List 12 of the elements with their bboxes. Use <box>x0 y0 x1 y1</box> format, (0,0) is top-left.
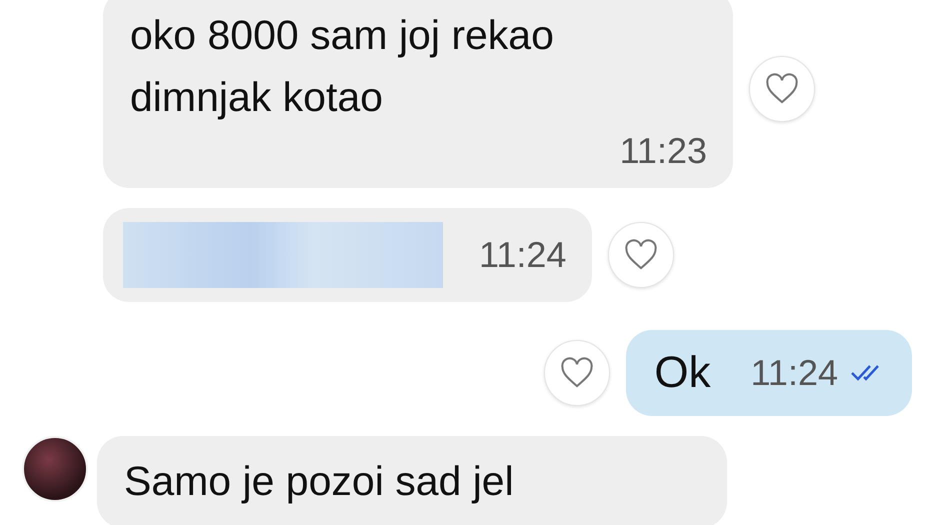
message-time: 11:24 <box>750 352 838 394</box>
like-button[interactable] <box>749 56 815 122</box>
message-time: 11:24 <box>479 234 566 276</box>
heart-icon <box>623 239 660 271</box>
message-text: Ok <box>654 348 711 398</box>
like-button[interactable] <box>608 222 674 288</box>
heart-icon <box>559 357 596 389</box>
message-text: Samo je pozoi sad jel <box>124 457 515 506</box>
message-text: oko 8000 sam joj rekao dimnjak kotao <box>130 11 555 122</box>
heart-icon <box>764 73 800 105</box>
like-button[interactable] <box>544 340 610 406</box>
message-time: 11:23 <box>620 130 707 172</box>
